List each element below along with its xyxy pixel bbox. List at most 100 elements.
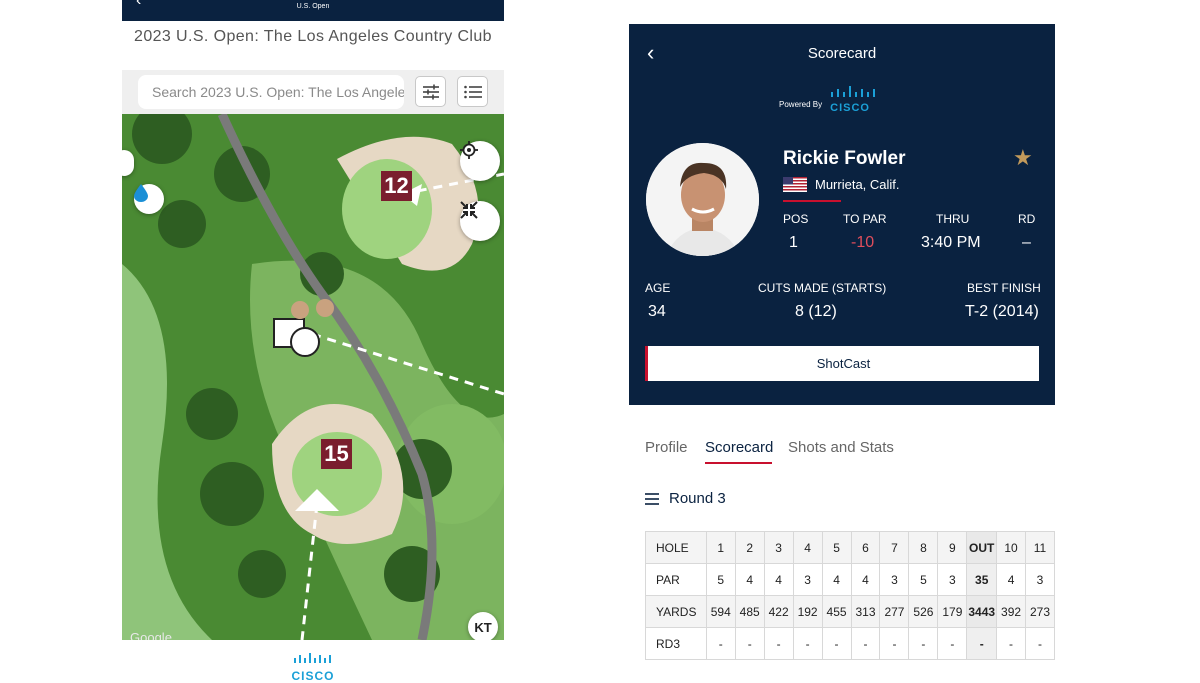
stat-best-finish-label: BEST FINISH	[967, 281, 1041, 295]
hole-marker-15[interactable]: 15	[321, 439, 352, 469]
name-underline	[783, 200, 841, 202]
cell-hole-out: OUT	[966, 531, 998, 564]
tab-scorecard[interactable]: Scorecard	[705, 439, 773, 456]
stat-best-finish-value: T-2 (2014)	[965, 303, 1039, 320]
cell-rd3-9: -	[937, 627, 968, 660]
cell-yards-6: 313	[850, 595, 881, 628]
scorecard-panel: ‹ Scorecard Powered By CISCO Rickie Fowl…	[629, 24, 1055, 675]
cell-rd3-10: -	[996, 627, 1027, 660]
stat-rd-value: –	[1022, 234, 1031, 251]
cell-hole-11: 11	[1025, 531, 1055, 564]
powered-by-label: Powered By	[779, 100, 823, 109]
row-header-par: PAR	[645, 563, 707, 596]
scorecard-table: HOLE 1 2 3 4 5 6 7 8 9 OUT 10 11 PAR 5 4 4 3 4 4 3 5 3 35 4 3 YARD…	[645, 531, 1055, 660]
course-map-panel: ‹ U.S. Open 2023 U.S. Open: The Los Ange…	[122, 0, 504, 683]
cell-hole-2: 2	[734, 531, 765, 564]
menu-icon	[645, 492, 659, 505]
cisco-header-word: CISCO	[830, 102, 870, 114]
stat-to-par-value: -10	[851, 234, 875, 251]
cell-par-6: 4	[850, 563, 881, 596]
cisco-header-logo: CISCO	[830, 84, 876, 114]
map-terrain	[122, 114, 504, 640]
map-title: 2023 U.S. Open: The Los Angeles Country …	[134, 28, 492, 45]
collapse-map-button[interactable]	[460, 201, 500, 241]
cell-yards-11: 273	[1025, 595, 1055, 628]
course-logo-button[interactable]: KT	[468, 612, 498, 640]
cell-par-10: 4	[996, 563, 1027, 596]
round-label: Round 3	[669, 490, 726, 507]
cisco-footer-logo: CISCO	[122, 650, 504, 683]
cell-yards-9: 179	[937, 595, 968, 628]
stat-age-value: 34	[648, 303, 666, 320]
brand-label: U.S. Open	[296, 3, 330, 10]
row-header-hole: HOLE	[645, 531, 707, 564]
cell-hole-10: 10	[996, 531, 1027, 564]
shotcast-button[interactable]: ShotCast	[645, 346, 1039, 381]
cell-rd3-out: -	[966, 627, 998, 660]
cell-yards-5: 455	[821, 595, 852, 628]
list-icon	[463, 85, 482, 98]
cell-hole-9: 9	[937, 531, 968, 564]
cell-par-5: 4	[821, 563, 852, 596]
table-row-rd3: RD3- - - - - - - - - - - -	[645, 627, 1055, 660]
favorite-star-icon[interactable]: ★	[1013, 145, 1033, 171]
course-map[interactable]: 12 15 KT Google	[122, 114, 504, 640]
tab-profile[interactable]: Profile	[645, 439, 688, 456]
cell-yards-10: 392	[996, 595, 1027, 628]
round-selector[interactable]: Round 3	[645, 490, 726, 507]
cell-par-8: 5	[908, 563, 939, 596]
stat-rd-label: RD	[1018, 212, 1036, 226]
stat-age-label: AGE	[645, 281, 671, 295]
player-avatar	[646, 143, 759, 256]
table-row-hole: HOLE 1 2 3 4 5 6 7 8 9 OUT 10 11	[645, 531, 1055, 564]
cell-par-3: 4	[763, 563, 794, 596]
cell-par-11: 3	[1025, 563, 1055, 596]
tab-shots-and-stats[interactable]: Shots and Stats	[788, 439, 894, 456]
row-header-yards: YARDS	[645, 595, 707, 628]
sliders-icon	[422, 84, 439, 99]
player-photo	[646, 143, 759, 256]
filter-button[interactable]	[415, 76, 446, 107]
cell-par-2: 4	[734, 563, 765, 596]
cell-yards-1: 594	[705, 595, 736, 628]
cell-rd3-5: -	[821, 627, 852, 660]
stat-cuts-value: 8 (12)	[795, 303, 837, 320]
cell-yards-8: 526	[908, 595, 939, 628]
page-title: Scorecard	[807, 45, 877, 62]
search-input[interactable]: Search 2023 U.S. Open: The Los Angeles C…	[138, 75, 404, 109]
crosshair-icon	[460, 141, 478, 159]
cell-rd3-7: -	[879, 627, 910, 660]
google-attribution: Google	[130, 630, 172, 640]
search-strip: Search 2023 U.S. Open: The Los Angeles C…	[122, 70, 504, 114]
cell-par-out: 35	[966, 563, 998, 596]
cell-yards-2: 485	[734, 595, 765, 628]
cell-rd3-8: -	[908, 627, 939, 660]
cell-par-9: 3	[937, 563, 968, 596]
course-logo-icon: KT	[474, 619, 492, 635]
cell-rd3-1: -	[705, 627, 736, 660]
stat-pos-label: POS	[783, 212, 809, 226]
table-row-yards: YARDS 594 485 422 192 455 313 277 526 179 3443 392 2…	[645, 595, 1055, 628]
active-tab-indicator	[705, 462, 772, 464]
player-name: Rickie Fowler	[783, 148, 906, 169]
player-hometown: Murrieta, Calif.	[815, 177, 900, 192]
cell-rd3-3: -	[763, 627, 794, 660]
table-row-par: PAR 5 4 4 3 4 4 3 5 3 35 4 3	[645, 563, 1055, 596]
stat-cuts-label: CUTS MADE (STARTS)	[758, 281, 887, 295]
stat-pos-value: 1	[789, 234, 798, 251]
list-view-button[interactable]	[457, 76, 488, 107]
stat-thru-label: THRU	[936, 212, 970, 226]
app-top-bar: ‹ U.S. Open	[122, 0, 504, 21]
cell-rd3-4: -	[792, 627, 823, 660]
cell-rd3-11: -	[1025, 627, 1055, 660]
cell-hole-1: 1	[705, 531, 736, 564]
row-header-rd3: RD3	[645, 627, 707, 660]
locate-me-button[interactable]	[460, 141, 500, 181]
water-hazard-button[interactable]	[134, 184, 164, 214]
cell-yards-7: 277	[879, 595, 910, 628]
us-flag-icon	[783, 177, 807, 192]
cell-hole-4: 4	[792, 531, 823, 564]
player-header: ‹ Scorecard Powered By CISCO Rickie Fowl…	[629, 24, 1055, 405]
hole-marker-12[interactable]: 12	[381, 171, 412, 201]
cell-hole-6: 6	[850, 531, 881, 564]
